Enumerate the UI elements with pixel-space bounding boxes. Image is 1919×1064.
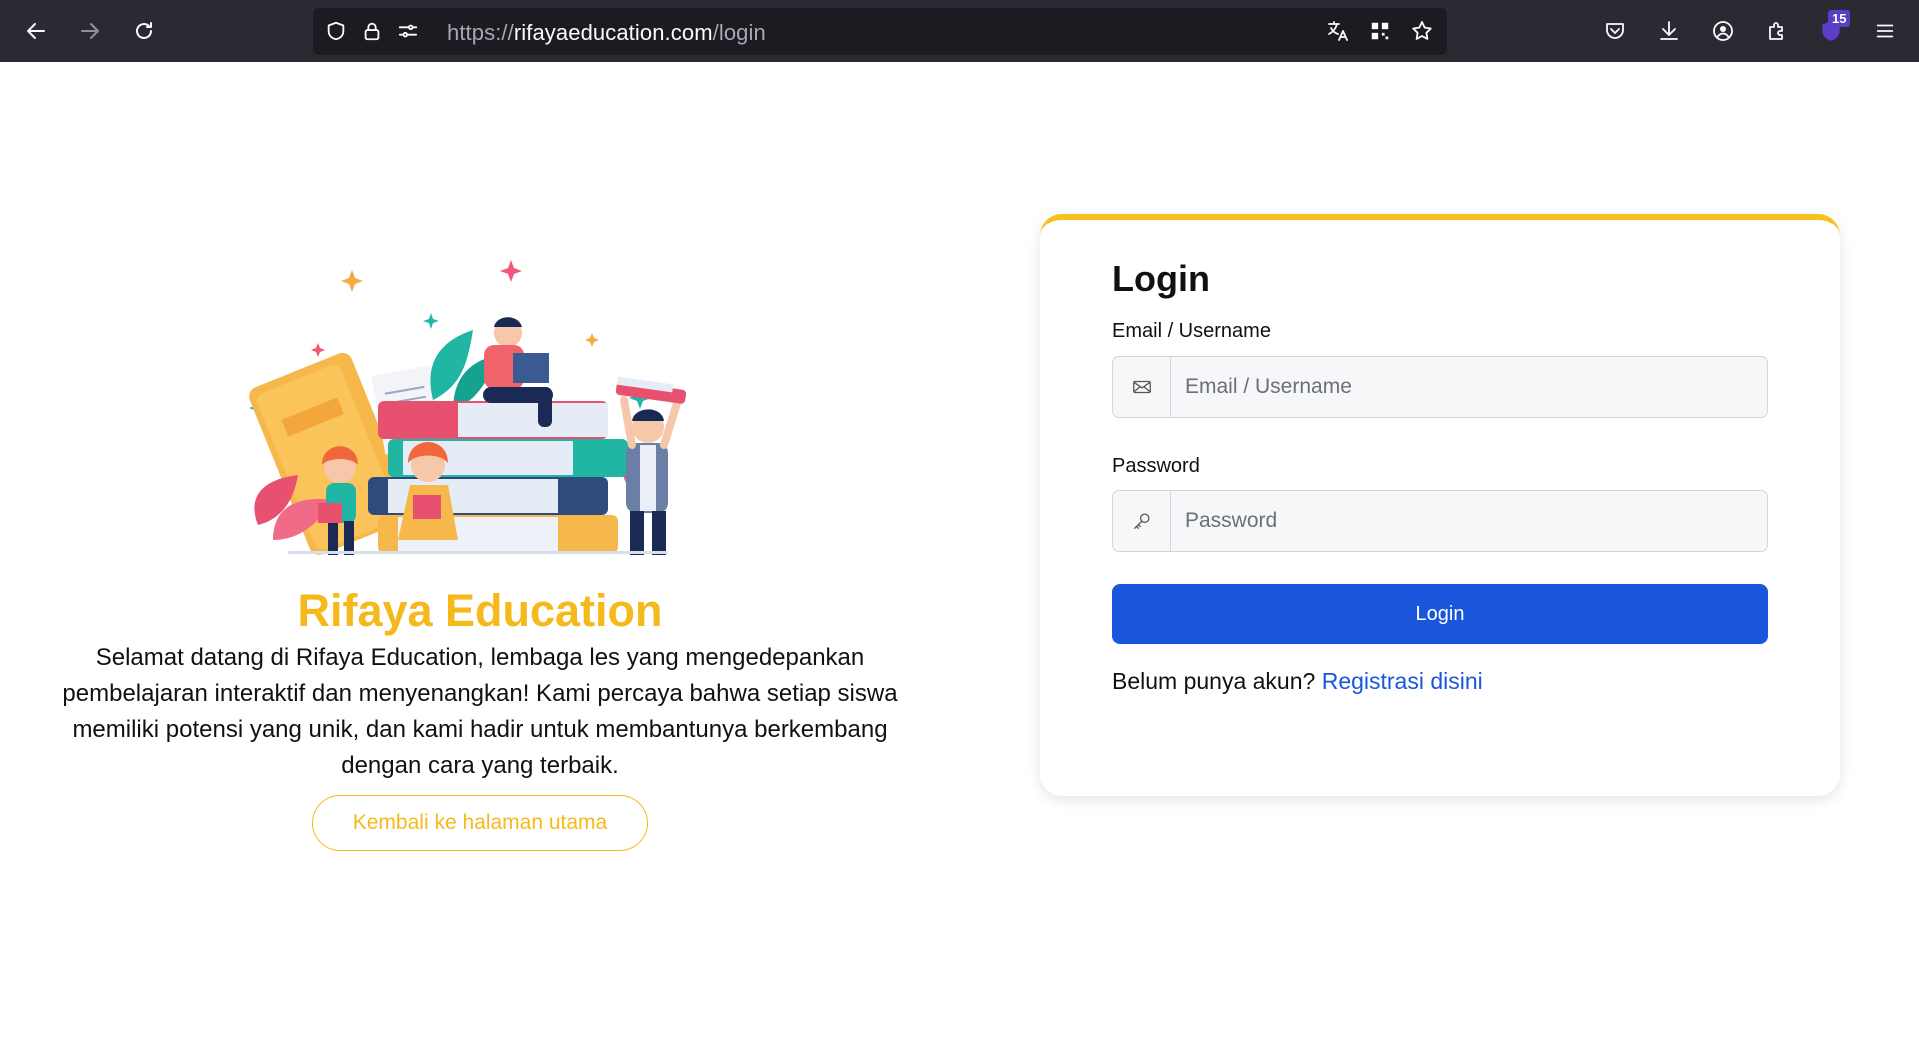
login-title: Login	[1112, 258, 1210, 299]
url-host: rifayaeducation.com	[513, 20, 713, 45]
brand-title: Rifaya Education	[297, 585, 663, 636]
forward-arrow-icon[interactable]	[74, 15, 106, 47]
back-arrow-icon[interactable]	[20, 15, 52, 47]
login-card: Login Email / Username Email / Username …	[1040, 214, 1840, 796]
email-input[interactable]: Email / Username	[1171, 357, 1767, 417]
reload-icon[interactable]	[128, 15, 160, 47]
email-input-group[interactable]: Email / Username	[1112, 356, 1768, 418]
url-scheme: https://	[447, 20, 514, 45]
qr-code-icon[interactable]	[1365, 16, 1395, 46]
account-icon[interactable]	[1708, 16, 1738, 46]
url-text[interactable]: https://rifayaeducation.com/login	[447, 20, 766, 46]
pocket-icon[interactable]	[1600, 16, 1630, 46]
url-path: /login	[712, 20, 766, 45]
bookmark-star-icon[interactable]	[1407, 16, 1437, 46]
extensions-puzzle-icon[interactable]	[1762, 16, 1792, 46]
register-prompt-text: Belum punya akun?	[1112, 668, 1316, 694]
back-to-home-button[interactable]: Kembali ke halaman utama	[312, 795, 648, 851]
password-label: Password	[1112, 455, 1200, 477]
lock-icon[interactable]	[357, 16, 387, 46]
password-input-group[interactable]: Password	[1112, 490, 1768, 552]
url-bar[interactable]: https://rifayaeducation.com/login	[313, 8, 1447, 55]
extension-badge: 15	[1828, 10, 1851, 27]
key-icon	[1113, 491, 1171, 551]
site-permissions-icon[interactable]	[393, 16, 423, 46]
download-icon[interactable]	[1654, 16, 1684, 46]
register-prompt: Belum punya akun? Registrasi disini	[1112, 668, 1483, 695]
shield-icon[interactable]	[321, 16, 351, 46]
email-label: Email / Username	[1112, 320, 1271, 342]
boy-standing	[615, 376, 687, 555]
translate-icon[interactable]	[1323, 16, 1353, 46]
envelope-icon	[1113, 357, 1171, 417]
browser-toolbar: https://rifayaeducation.com/login 15	[0, 0, 1919, 62]
login-button[interactable]: Login	[1112, 584, 1768, 644]
menu-hamburger-icon[interactable]	[1870, 16, 1900, 46]
password-input[interactable]: Password	[1171, 491, 1767, 551]
extension-shield-icon[interactable]: 15	[1816, 10, 1851, 46]
education-illustration	[249, 260, 687, 555]
brand-description: Selamat datang di Rifaya Education, lemb…	[62, 644, 898, 779]
register-link[interactable]: Registrasi disini	[1322, 668, 1483, 694]
